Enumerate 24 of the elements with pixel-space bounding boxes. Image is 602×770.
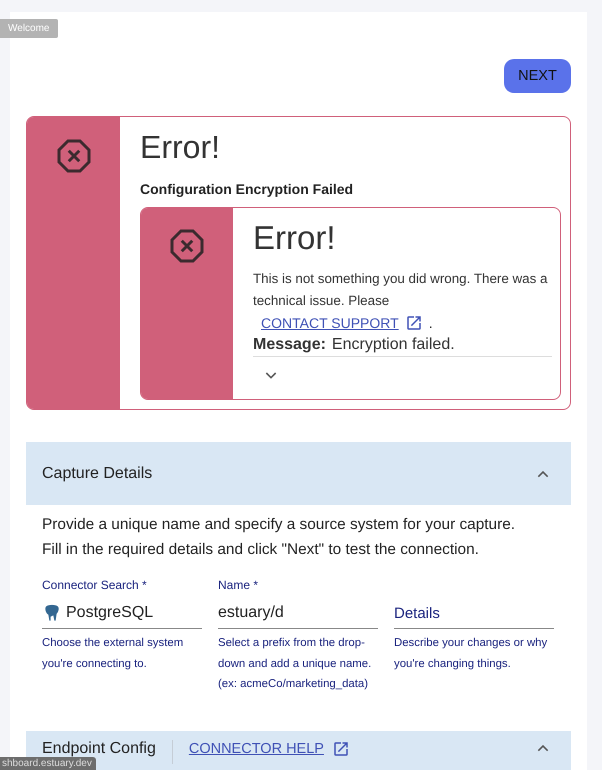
section-title: Endpoint Config (42, 740, 156, 758)
message-text: Encryption failed. (332, 336, 455, 353)
error-title: Error! (253, 218, 336, 258)
field-label: Connector Search * (42, 578, 147, 592)
error-description: This is not something you did wrong. There was a technical issue. Please (253, 270, 548, 310)
message-label: Message: (253, 336, 326, 353)
next-button[interactable]: NEXT (504, 59, 571, 93)
input-field[interactable]: Details (394, 598, 554, 629)
input-field[interactable]: PostgreSQL (42, 598, 202, 629)
intro-text: Provide a unique name and specify a source system for your capture. Fill in the required details and click "Next" to test the connection. (42, 515, 516, 560)
helper-text: Select a prefix from the drop-down and add a unique name. (ex: acmeCo/marketing_data) (218, 636, 372, 692)
contact-support-link[interactable]: CONTACT SUPPORT (261, 315, 399, 331)
accordion-header[interactable]: Capture Details (26, 442, 571, 505)
helper-text: Describe your changes or why you're changing things. (394, 636, 548, 672)
helper-text: Choose the external system you're connecting to. (42, 636, 184, 672)
field-label: Name * (218, 578, 258, 592)
error-title: Error! (140, 128, 221, 167)
section-title: Capture Details (42, 464, 152, 482)
input-field[interactable]: estuary/d (218, 598, 378, 629)
period-text: . (428, 315, 433, 331)
error-subtitle: Configuration Encryption Failed (140, 181, 354, 197)
status-url: shboard.estuary.dev (0, 757, 96, 770)
connector-help-link[interactable]: CONNECTOR HELP (188, 740, 324, 756)
welcome-tooltip: Welcome (0, 19, 58, 38)
